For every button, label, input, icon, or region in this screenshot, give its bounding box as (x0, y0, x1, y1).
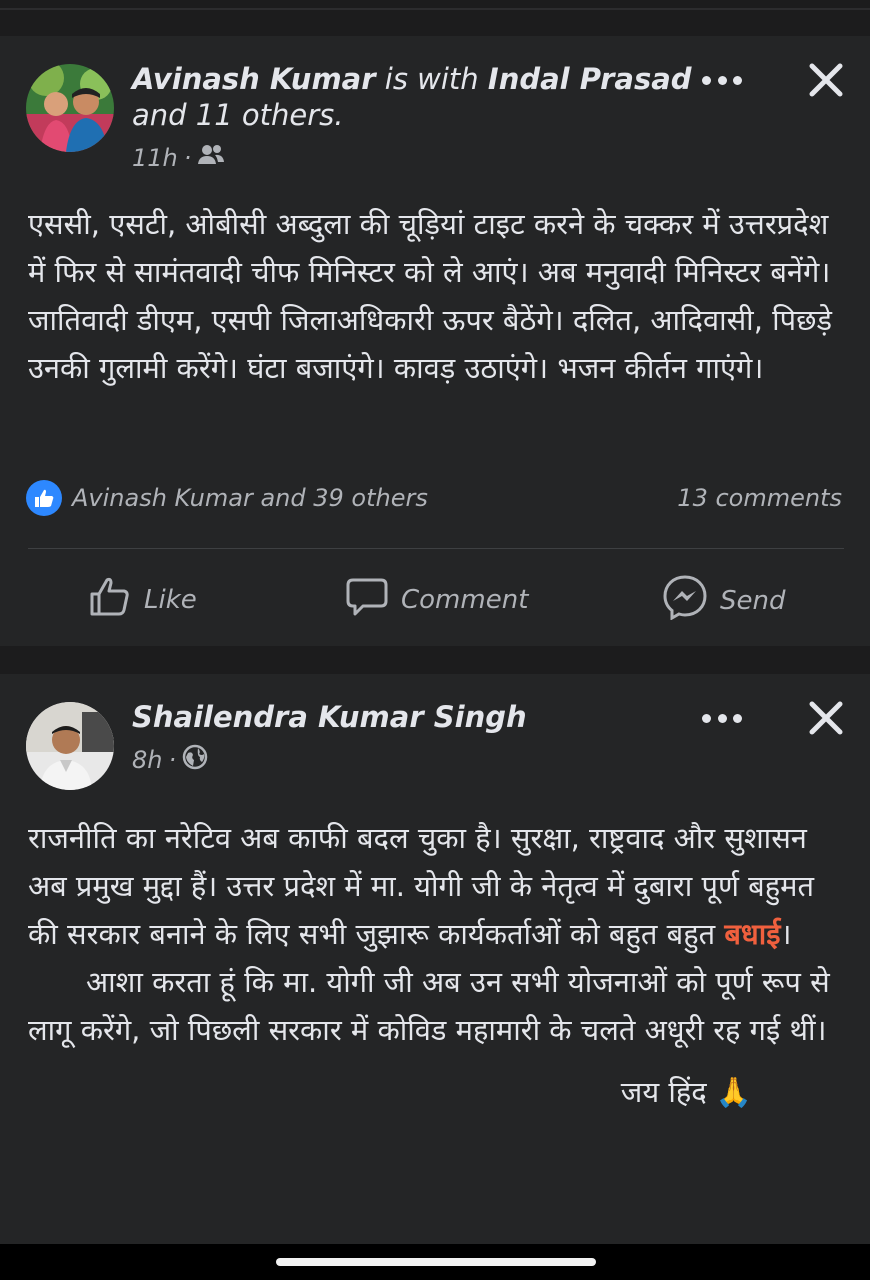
tagged-name[interactable]: Indal Prasad (488, 62, 692, 96)
comment-icon (345, 574, 389, 625)
status-area (0, 0, 870, 36)
others-text[interactable]: and 11 others. (132, 98, 343, 132)
post-text: राजनीति का नरेटिव अब काफी बदल चुका है। स… (28, 821, 815, 951)
author-name[interactable]: Avinash Kumar (132, 62, 376, 96)
post-header-line2: and 11 others. (132, 94, 343, 136)
reactions-summary[interactable]: Avinash Kumar and 39 others (26, 480, 428, 516)
friends-icon (197, 144, 225, 172)
more-options-icon[interactable] (702, 70, 742, 90)
close-icon[interactable] (808, 700, 844, 736)
globe-icon (182, 744, 208, 776)
messenger-icon (662, 574, 708, 627)
avatar[interactable] (26, 64, 114, 152)
post-time[interactable]: 8h (132, 746, 162, 774)
comment-button[interactable]: Comment (345, 574, 528, 625)
post-body: राजनीति का नरेटिव अब काफी बदल चुका है। स… (28, 814, 848, 1116)
divider (0, 8, 870, 10)
post-paragraph-1: राजनीति का नरेटिव अब काफी बदल चुका है। स… (28, 814, 848, 958)
post-header-line1: Shailendra Kumar Singh (132, 696, 527, 738)
close-icon[interactable] (808, 62, 844, 98)
post-text: । (780, 917, 792, 951)
avatar[interactable] (26, 702, 114, 790)
like-button[interactable]: Like (88, 574, 197, 625)
home-indicator[interactable] (276, 1258, 596, 1266)
post-body: एससी, एसटी, ओबीसी अब्दुला की चूड़ियां टा… (28, 200, 848, 392)
post-card: Avinash Kumar is with Indal Prasad x and… (0, 36, 870, 646)
author-name[interactable]: Shailendra Kumar Singh (132, 700, 527, 734)
action-bar: Like Comment Send (0, 574, 870, 624)
send-label: Send (720, 585, 786, 616)
highlight-text: बधाई (724, 917, 781, 951)
send-button[interactable]: Send (662, 574, 785, 627)
signoff-text: जय हिंद (620, 1075, 707, 1109)
comments-count[interactable]: 13 comments (677, 480, 842, 516)
post-paragraph-2: आशा करता हूं कि मा. योगी जी अब उन सभी यो… (28, 965, 830, 1047)
with-text: is with (384, 62, 479, 96)
reactions-text: Avinash Kumar and 39 others (72, 484, 428, 512)
folded-hands-icon: 🙏 (715, 1075, 752, 1109)
post-meta: 8h · (132, 744, 208, 776)
comment-label: Comment (401, 584, 529, 615)
post-card: Shailendra Kumar Singh 8h · राजनीति का न… (0, 674, 870, 1244)
separator-dot: · (168, 746, 177, 774)
more-options-icon[interactable] (702, 708, 742, 728)
like-reaction-icon (26, 480, 62, 516)
like-label: Like (144, 584, 197, 615)
post-meta: 11h · (132, 144, 225, 172)
separator-dot: · (183, 144, 192, 172)
thumbs-up-icon (88, 574, 132, 625)
post-signoff: जय हिंद 🙏 (28, 1068, 848, 1116)
post-text: एससी, एसटी, ओबीसी अब्दुला की चूड़ियां टा… (28, 207, 832, 385)
post-time[interactable]: 11h (132, 144, 178, 172)
divider (28, 548, 844, 549)
